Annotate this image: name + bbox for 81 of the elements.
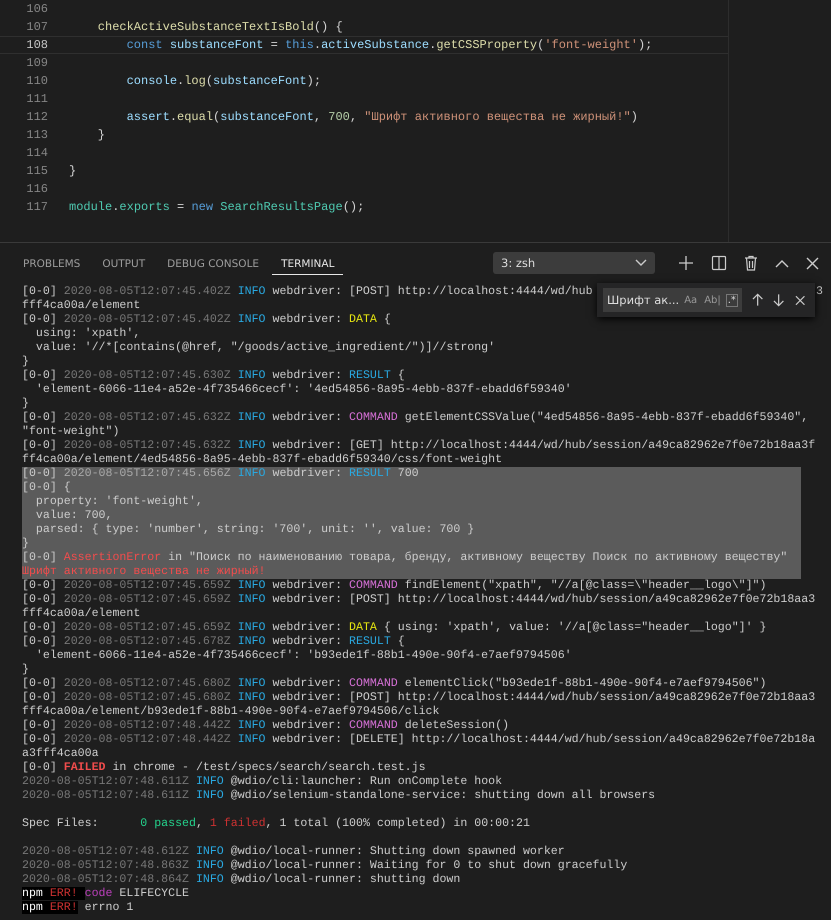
terminal-line: 'element-6066-11e4-a52e-4f735466cecf': 'b93ede1f-88b1-490e-90f4-e7aef9794506' — [34, 649, 572, 663]
terminal-line: Spec Files: 0 passed, 1 failed, 1 total (100% completed) in 00:00:21 — [22, 817, 530, 831]
line-number: 111 — [25, 92, 49, 106]
code-line: assert.equal(substanceFont, 700, "Шрифт активного вещества не жирный!") — [126, 110, 638, 124]
chevron-up-icon[interactable] — [775, 258, 789, 268]
code-line: module.exports = new SearchResultsPage(); — [69, 200, 364, 214]
close-icon[interactable] — [806, 256, 819, 270]
terminal-line: Шрифт активного вещества не жирный! — [22, 565, 266, 579]
find-input[interactable]: Шрифт ак... Aa Ab| .* — [603, 288, 742, 312]
line-number: 106 — [25, 2, 49, 16]
terminal-line: [0-0] 2020-08-05T12:07:45.680Z INFO webdriver: COMMAND elementClick("b93ede1f-88b1-490e-90f4-e7aef9794506") — [22, 677, 766, 691]
panel-tab[interactable]: PROBLEMS — [14, 252, 90, 274]
panel-tab[interactable]: OUTPUT — [93, 252, 154, 274]
terminal-line: [0-0] AssertionError in "Поиск по наименованию товара, бренду, активному веществу Поиск по активному веществу" — [22, 551, 788, 565]
terminal-line: } — [22, 663, 29, 677]
terminal-line: npm ERR! code ELIFECYCLE — [22, 887, 189, 901]
terminal-line: [0-0] 2020-08-05T12:07:45.402Z INFO webdriver: [POST] http://localhost:4444/wd/hub — [22, 285, 593, 299]
line-number: 114 — [25, 146, 49, 160]
terminal-line: fff4ca00a/element — [22, 299, 140, 313]
terminal-select[interactable]: 3: zsh — [493, 252, 655, 274]
terminal-line: [0-0] FAILED in chrome - /test/specs/search/search.test.js — [22, 761, 426, 775]
code-line: const substanceFont = this.activeSubstance.getCSSProperty('font-weight'); — [126, 38, 652, 52]
line-number: 107 — [25, 20, 49, 34]
terminal-line: using: 'xpath', — [34, 327, 140, 341]
terminal-line: a3fff4ca00a — [22, 747, 99, 761]
terminal-line: [0-0] 2020-08-05T12:07:45.680Z INFO webdriver: [POST] http://localhost:4444/wd/hub/session/a49ca82962e7f0e72b18aa3 — [22, 691, 816, 705]
terminal-line: [0-0] 2020-08-05T12:07:45.659Z INFO webdriver: [POST] http://localhost:4444/wd/hub/session/a49ca82962e7f0e72b18aa3 — [22, 593, 816, 607]
terminal-line: } — [22, 355, 29, 369]
terminal-line: 2020-08-05T12:07:48.612Z INFO @wdio/local-runner: Shutting down spawned worker — [22, 845, 565, 859]
terminal-line: 3 — [816, 285, 823, 299]
arrow-down-icon[interactable] — [773, 293, 785, 307]
terminal-line: } — [22, 397, 29, 411]
terminal-line: [0-0] 2020-08-05T12:07:45.632Z INFO webdriver: [GET] http://localhost:4444/wd/hub/session/a49ca82962e7f0e72b18aa3f — [22, 439, 816, 453]
terminal-line: [0-0] { — [22, 481, 71, 495]
trash-icon[interactable] — [744, 255, 758, 271]
terminal-line: ff4ca00a/element/4ed54856-8a95-4ebb-837f-ebadd6f59340/css/font-weight — [22, 453, 502, 467]
terminal-line: [0-0] 2020-08-05T12:07:45.659Z INFO webdriver: COMMAND findElement("xpath", "//a[@class=\"header__logo\"]") — [22, 579, 766, 593]
terminal-line: 2020-08-05T12:07:48.611Z INFO @wdio/selenium-standalone-service: shutting down all browsers — [22, 789, 656, 803]
plus-icon[interactable] — [678, 255, 694, 271]
line-number: 117 — [25, 200, 49, 214]
terminal-line: 2020-08-05T12:07:48.863Z INFO @wdio/local-runner: Waiting for 0 to shut down gracefully — [22, 859, 628, 873]
line-number: 109 — [25, 56, 49, 70]
panel-tab[interactable]: DEBUG CONSOLE — [158, 252, 268, 274]
terminal-line: fff4ca00a/element/b93ede1f-88b1-490e-90f4-e7aef9794506/click — [22, 705, 440, 719]
find-option-toggle[interactable]: Ab| — [702, 294, 723, 306]
terminal-line: npm ERR! errno 1 — [22, 901, 134, 915]
terminal-line: 'element-6066-11e4-a52e-4f735466cecf': '4ed54856-8a95-4ebb-837f-ebadd6f59340' — [34, 383, 572, 397]
terminal-line: [0-0] 2020-08-05T12:07:45.659Z INFO webdriver: DATA { using: 'xpath', value: '//a[@class="header__logo"]' } — [22, 621, 766, 635]
split-icon[interactable] — [711, 255, 727, 271]
terminal-line: [0-0] 2020-08-05T12:07:48.442Z INFO webdriver: [DELETE] http://localhost:4444/wd/hub/session/a49ca82962e7f0e72b18a — [22, 733, 816, 747]
find-option-toggle[interactable]: Aa — [682, 294, 700, 306]
terminal-line: [0-0] 2020-08-05T12:07:45.630Z INFO webdriver: RESULT { — [22, 369, 405, 383]
close-icon[interactable] — [794, 294, 805, 306]
code-line: checkActiveSubstanceTextIsBold() { — [96, 20, 343, 34]
code-line: } — [69, 164, 76, 178]
arrow-up-icon[interactable] — [752, 293, 764, 307]
line-number: 112 — [25, 110, 49, 124]
code-line: console.log(substanceFont); — [126, 74, 322, 88]
terminal-line: [0-0] 2020-08-05T12:07:45.656Z INFO webdriver: RESULT 700 — [22, 467, 419, 481]
terminal-line: property: 'font-weight', — [34, 495, 203, 509]
line-number: 115 — [25, 164, 49, 178]
line-number: 108 — [25, 38, 49, 52]
terminal-line: "font-weight") — [22, 425, 120, 439]
terminal-line: [0-0] 2020-08-05T12:07:48.442Z INFO webdriver: COMMAND deleteSession() — [22, 719, 510, 733]
chevron-down-icon — [635, 259, 647, 267]
terminal-line: [0-0] 2020-08-05T12:07:45.632Z INFO webdriver: COMMAND getElementCSSValue("4ed54856-8a95-4ebb-837f-ebadd6f59340", — [22, 411, 808, 425]
line-number: 116 — [25, 182, 49, 196]
terminal-line: [0-0] 2020-08-05T12:07:45.402Z INFO webdriver: DATA { — [22, 313, 391, 327]
terminal-line: value: '//*[contains(@href, "/goods/active_ingredient/")]//strong' — [34, 341, 496, 355]
terminal-line: 2020-08-05T12:07:48.864Z INFO @wdio/local-runner: shutting down — [22, 873, 460, 887]
terminal-line: 2020-08-05T12:07:48.611Z INFO @wdio/cli:launcher: Run onComplete hook — [22, 775, 502, 789]
terminal-line: } — [22, 537, 29, 551]
terminal-line: fff4ca00a/element — [22, 607, 140, 621]
find-option-toggle[interactable]: .* — [726, 294, 738, 306]
line-number: 110 — [25, 74, 49, 88]
panel-tab[interactable]: TERMINAL — [272, 252, 344, 274]
terminal-line: parsed: { type: 'number', string: '700', unit: '', value: 700 } — [34, 523, 474, 537]
terminal-line: value: 700, — [34, 509, 112, 523]
line-number: 113 — [25, 128, 49, 142]
code-line: } — [96, 128, 106, 142]
terminal-line: [0-0] 2020-08-05T12:07:45.678Z INFO webdriver: RESULT { — [22, 635, 405, 649]
